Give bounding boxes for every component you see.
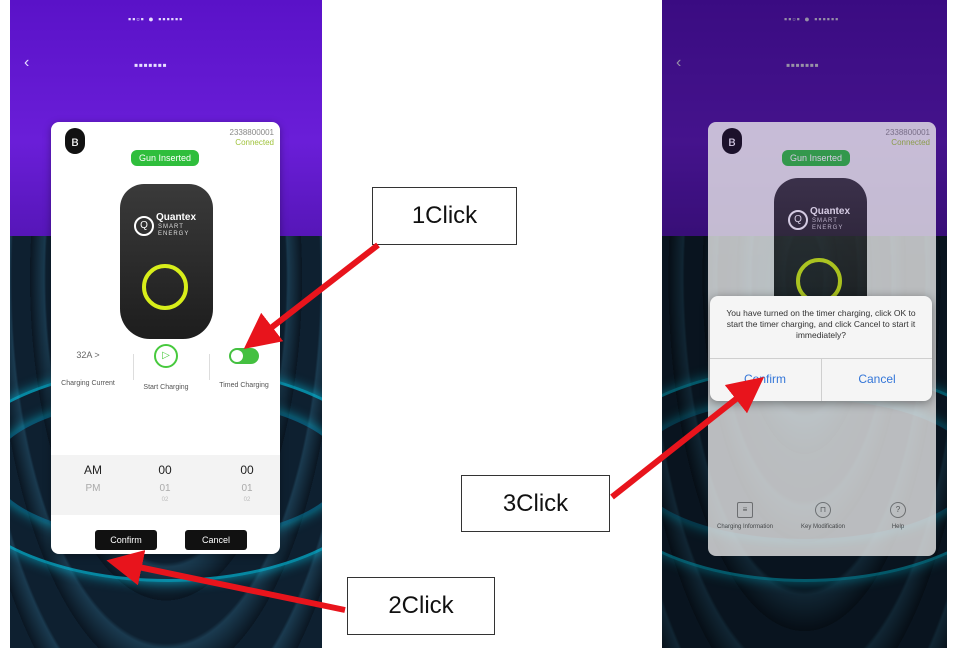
arrow-step3 [610,376,765,500]
arrow-step1 [243,242,380,350]
arrow-step2 [106,550,346,613]
annotation-arrows [106,242,765,613]
